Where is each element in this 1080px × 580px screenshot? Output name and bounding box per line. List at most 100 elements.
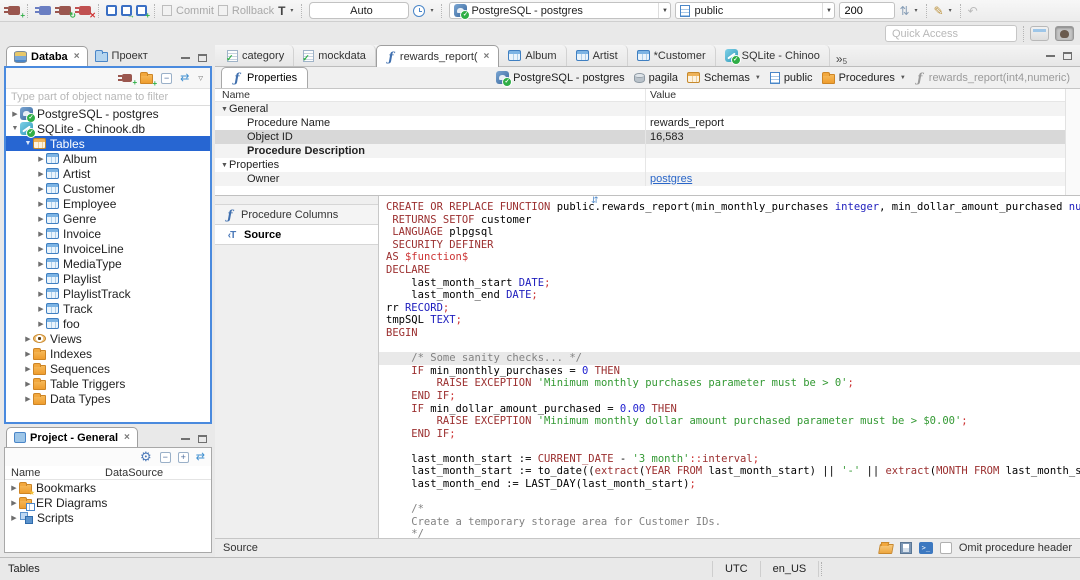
tree-item-table-triggers[interactable]: ▶ Table Triggers — [6, 376, 210, 391]
timezone-indicator[interactable]: UTC — [712, 561, 760, 577]
side-tab-procedure-columns[interactable]: Procedure Columns — [215, 204, 378, 225]
column-name[interactable]: Name — [5, 467, 105, 479]
connection-select[interactable]: PostgreSQL - postgres▼ — [449, 2, 672, 20]
tree-item-playlisttrack[interactable]: ▶ PlaylistTrack — [6, 286, 210, 301]
expand-arrow-icon[interactable]: ▶ — [36, 290, 46, 298]
expand-arrow-icon[interactable]: ▶ — [36, 305, 46, 313]
locale-indicator[interactable]: en_US — [759, 561, 820, 577]
new-connection-icon[interactable]: + — [118, 74, 137, 87]
tab-overflow-button[interactable]: » 5 — [830, 48, 853, 66]
editor-tab-category[interactable]: category — [218, 45, 295, 66]
collapse-all-icon[interactable]: − — [161, 72, 173, 84]
expand-arrow-icon[interactable]: ▶ — [36, 200, 46, 208]
breadcrumb-item-pagila[interactable]: pagila — [633, 72, 678, 84]
gear-icon[interactable] — [139, 450, 153, 464]
maximize-icon[interactable] — [1063, 51, 1072, 60]
breadcrumb-item-procedures[interactable]: Procedures ▼ — [821, 71, 906, 84]
tree-item-sqlite-chinook-db[interactable]: ▼ SQLite - Chinook.db — [6, 121, 210, 138]
collapse-arrow-icon[interactable]: ▼ — [220, 106, 229, 113]
collapse-arrow-icon[interactable]: ▼ — [10, 125, 20, 132]
transaction-log-button[interactable]: T ▾ — [278, 4, 294, 18]
expand-arrow-icon[interactable]: ▶ — [23, 350, 33, 358]
expand-arrow-icon[interactable]: ▶ — [36, 245, 46, 253]
breadcrumb-item-schemas[interactable]: Schemas ▼ — [687, 72, 761, 84]
close-icon[interactable]: × — [124, 432, 130, 443]
expand-arrow-icon[interactable]: ▶ — [23, 395, 33, 403]
tree-item-album[interactable]: ▶ Album — [6, 151, 210, 166]
breadcrumb-item-rewards-report-int4-numeric[interactable]: rewards_report(int4,numeric) — [915, 72, 1070, 84]
tree-item-views[interactable]: ▶ Views — [6, 331, 210, 346]
property-row-properties[interactable]: ▼ Properties — [215, 158, 1080, 172]
minimize-icon[interactable] — [1046, 54, 1055, 57]
expand-arrow-icon[interactable]: ▶ — [36, 230, 46, 238]
vertical-scrollbar[interactable] — [1065, 89, 1080, 195]
compare-dropdown-icon[interactable]: ▾ — [915, 7, 918, 14]
expand-arrow-icon[interactable]: ▶ — [9, 484, 19, 492]
expand-arrow-icon[interactable]: ▶ — [23, 335, 33, 343]
tree-item-invoice[interactable]: ▶ Invoice — [6, 226, 210, 241]
breadcrumb-item-postgresql-postgres[interactable]: PostgreSQL - postgres — [496, 71, 625, 87]
open-file-icon[interactable] — [877, 544, 894, 554]
column-name[interactable]: Name — [215, 89, 645, 101]
expand-arrow-icon[interactable]: ▶ — [23, 380, 33, 388]
property-value-label[interactable]: postgres — [650, 173, 692, 185]
tree-item-sequences[interactable]: ▶ Sequences — [6, 361, 210, 376]
editor-tab-rewards-report[interactable]: rewards_report(× — [375, 45, 500, 67]
connect-icon[interactable] — [35, 6, 51, 15]
chevron-down-icon[interactable]: ▼ — [755, 75, 761, 81]
history-dropdown-icon[interactable]: ▾ — [430, 7, 433, 14]
tree-item-employee[interactable]: ▶ Employee — [6, 196, 210, 211]
console-icon[interactable] — [918, 542, 933, 554]
undo-icon[interactable]: ↶ — [968, 5, 978, 17]
tx-mode-select[interactable]: Auto — [309, 2, 410, 19]
tree-item-data-types[interactable]: ▶ Data Types — [6, 391, 210, 406]
expand-arrow-icon[interactable]: ▶ — [23, 365, 33, 373]
reconnect-icon[interactable]: ↻ — [55, 6, 76, 20]
source-code-editor[interactable]: ⇵ CREATE OR REPLACE FUNCTION public.rewa… — [379, 196, 1080, 538]
tab-properties[interactable]: Properties — [221, 67, 309, 88]
collapse-arrow-icon[interactable]: ▼ — [23, 140, 33, 147]
new-connection-icon[interactable]: + — [4, 6, 25, 20]
tree-item-mediatype[interactable]: ▶ MediaType — [6, 256, 210, 271]
expand-arrow-icon[interactable]: ▶ — [36, 185, 46, 193]
editor-toolbar-handle-icon[interactable]: ⇵ — [591, 196, 599, 205]
editor-tab-customer[interactable]: *Customer — [628, 45, 716, 66]
expand-arrow-icon[interactable]: ▶ — [36, 215, 46, 223]
editor-tab-sqlite-chinoo[interactable]: SQLite - Chinoo — [716, 45, 830, 66]
chevron-down-icon[interactable]: ▼ — [900, 75, 906, 81]
maximize-icon[interactable] — [198, 435, 207, 443]
close-icon[interactable]: × — [74, 51, 80, 62]
history-icon[interactable] — [413, 4, 426, 17]
tree-item-genre[interactable]: ▶ Genre — [6, 211, 210, 226]
tree-item-playlist[interactable]: ▶ Playlist — [6, 271, 210, 286]
project-item-er-diagrams[interactable]: ▶ ER Diagrams — [5, 495, 211, 511]
property-row-general[interactable]: ▼ General — [215, 102, 1080, 116]
minimize-icon[interactable] — [181, 438, 190, 440]
save-to-file-icon[interactable] — [899, 542, 912, 554]
disconnect-icon[interactable]: ✕ — [75, 6, 96, 20]
collapse-all-icon[interactable]: − — [159, 451, 171, 463]
project-item-scripts[interactable]: ▶ Scripts — [5, 510, 211, 525]
expand-arrow-icon[interactable]: ▶ — [36, 320, 46, 328]
link-with-editor-icon[interactable]: ⇄ — [180, 72, 189, 84]
expand-arrow-icon[interactable]: ▶ — [9, 514, 19, 522]
tab-project-general[interactable]: Project - General × — [6, 427, 138, 447]
compare-icon[interactable]: ⇅ — [899, 5, 909, 17]
object-filter-input[interactable] — [6, 88, 210, 106]
view-menu-icon[interactable]: ▽ — [198, 75, 203, 82]
property-row-procedure-description[interactable]: Procedure Description — [215, 144, 1080, 158]
tree-item-indexes[interactable]: ▶ Indexes — [6, 346, 210, 361]
brush-icon[interactable]: ✎ — [934, 5, 944, 17]
brush-dropdown-icon[interactable]: ▾ — [949, 7, 952, 14]
tab-projects[interactable]: Проект — [88, 46, 155, 66]
property-row-procedure-name[interactable]: Procedure Name rewards_report — [215, 116, 1080, 130]
expand-arrow-icon[interactable]: ▶ — [10, 110, 20, 118]
property-row-object-id[interactable]: Object ID 16,583 — [215, 130, 1080, 144]
expand-arrow-icon[interactable]: ▶ — [36, 170, 46, 178]
quick-access-input[interactable] — [885, 25, 1017, 42]
tree-item-customer[interactable]: ▶ Customer — [6, 181, 210, 196]
tree-item-artist[interactable]: ▶ Artist — [6, 166, 210, 181]
dbeaver-perspective-icon[interactable] — [1055, 26, 1074, 41]
schema-select[interactable]: public ▼ — [675, 2, 836, 19]
expand-arrow-icon[interactable]: ▶ — [9, 499, 19, 507]
